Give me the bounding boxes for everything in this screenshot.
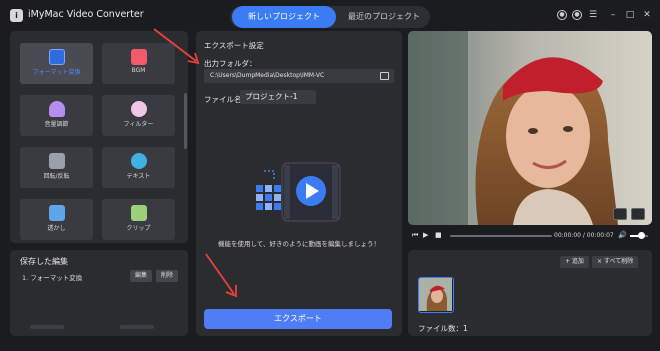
output-folder-path: C:\Users\DumpMedia\Desktop\IMM-VC bbox=[210, 72, 325, 79]
file-count: ファイル数：1 bbox=[418, 324, 468, 333]
tool-format-convert[interactable]: フォーマット変換 bbox=[20, 43, 93, 84]
clip-icon bbox=[130, 205, 147, 221]
annotation-arrow-icon bbox=[205, 253, 237, 298]
media-thumbnail[interactable] bbox=[418, 277, 454, 313]
export-button[interactable]: エクスポート bbox=[204, 309, 392, 329]
settings-icon[interactable]: ● bbox=[572, 10, 582, 20]
editing-illustration-icon bbox=[256, 162, 341, 222]
media-thumbnail-image bbox=[419, 278, 452, 311]
minimize-icon[interactable]: – bbox=[608, 10, 618, 20]
tab-recent-projects[interactable]: 最近のプロジェクト bbox=[340, 6, 428, 28]
tool-label: クリップ bbox=[126, 225, 151, 232]
tool-label: テキスト bbox=[126, 173, 151, 180]
menu-icon[interactable]: ☰ bbox=[588, 10, 598, 20]
export-settings-heading: エクスポート設定 bbox=[204, 41, 264, 50]
previous-icon[interactable]: ⏮ bbox=[412, 232, 419, 239]
tool-label: フィルター bbox=[123, 121, 154, 128]
tools-scrollbar[interactable] bbox=[184, 93, 187, 149]
tool-label: 音量調節 bbox=[44, 121, 69, 128]
panel-scroll-indicator bbox=[30, 325, 64, 329]
saved-edits-title: 保存した編集 bbox=[20, 257, 68, 266]
playback-progress-bar[interactable] bbox=[450, 235, 552, 237]
add-file-button[interactable]: + 追加 bbox=[560, 256, 589, 268]
tab-new-project[interactable]: 新しいプロジェクト bbox=[232, 6, 336, 28]
panel-scroll-indicator bbox=[120, 325, 154, 329]
volume-icon[interactable]: 🔊 bbox=[618, 232, 627, 239]
video-preview-image bbox=[408, 31, 652, 225]
bgm-icon bbox=[130, 49, 147, 65]
tool-label: フォーマット変換 bbox=[32, 69, 81, 76]
output-folder-field[interactable]: C:\Users\DumpMedia\Desktop\IMM-VC bbox=[204, 69, 394, 83]
tool-clip[interactable]: クリップ bbox=[102, 199, 175, 240]
tool-watermark[interactable]: 透かし bbox=[20, 199, 93, 240]
play-icon[interactable]: ▶ bbox=[423, 232, 430, 239]
output-folder-label: 出力フォルダ： bbox=[204, 59, 257, 68]
app-title: iMyMac Video Converter bbox=[28, 9, 144, 20]
delete-all-button[interactable]: × すべて削除 bbox=[592, 256, 639, 268]
app-logo-icon: i bbox=[10, 9, 23, 22]
user-icon[interactable]: ● bbox=[557, 10, 567, 20]
saved-edit-item: 1. フォーマット変換 bbox=[22, 274, 83, 282]
playback-time: 00:00:00 / 00:00:07 bbox=[554, 232, 614, 239]
maximize-icon[interactable]: □ bbox=[625, 10, 635, 20]
tool-volume[interactable]: 音量調節 bbox=[20, 95, 93, 136]
editing-hint-text: 機能を使用して、好きのように動画を編集しましょう！ bbox=[218, 240, 380, 248]
volume-slider-handle[interactable] bbox=[638, 232, 645, 239]
video-preview bbox=[408, 31, 652, 225]
player-controls: ⏮ ▶ ■ 00:00:00 / 00:00:07 🔊 bbox=[408, 229, 652, 243]
project-tabs: 新しいプロジェクト 最近のプロジェクト bbox=[230, 6, 430, 28]
title-bar: i iMyMac Video Converter 新しいプロジェクト 最近のプロ… bbox=[0, 0, 660, 30]
fullscreen-icon[interactable] bbox=[631, 208, 645, 220]
watermark-icon bbox=[48, 205, 65, 221]
filter-icon bbox=[130, 101, 147, 117]
media-list-panel: + 追加 × すべて削除 ファイル数：1 bbox=[408, 250, 652, 336]
close-icon[interactable]: ✕ bbox=[642, 10, 652, 20]
stop-icon[interactable]: ■ bbox=[435, 232, 442, 239]
tool-text[interactable]: テキスト bbox=[102, 147, 175, 188]
text-icon bbox=[130, 153, 147, 169]
annotation-arrow-icon bbox=[153, 28, 200, 65]
format-convert-icon bbox=[48, 49, 65, 65]
tool-rotate[interactable]: 回転/反転 bbox=[20, 147, 93, 188]
folder-open-icon[interactable] bbox=[380, 72, 389, 80]
tool-filter[interactable]: フィルター bbox=[102, 95, 175, 136]
delete-button[interactable]: 削除 bbox=[156, 270, 179, 282]
volume-icon bbox=[48, 101, 65, 117]
tool-label: BGM bbox=[131, 67, 146, 74]
rotate-icon bbox=[48, 153, 65, 169]
saved-edits-panel: 保存した編集 1. フォーマット変換 編集 削除 bbox=[10, 250, 188, 336]
filename-input[interactable] bbox=[240, 90, 316, 104]
snapshot-camera-icon[interactable] bbox=[613, 208, 627, 220]
tool-label: 回転/反転 bbox=[43, 173, 70, 180]
edit-button[interactable]: 編集 bbox=[130, 270, 153, 282]
tool-label: 透かし bbox=[47, 225, 66, 232]
